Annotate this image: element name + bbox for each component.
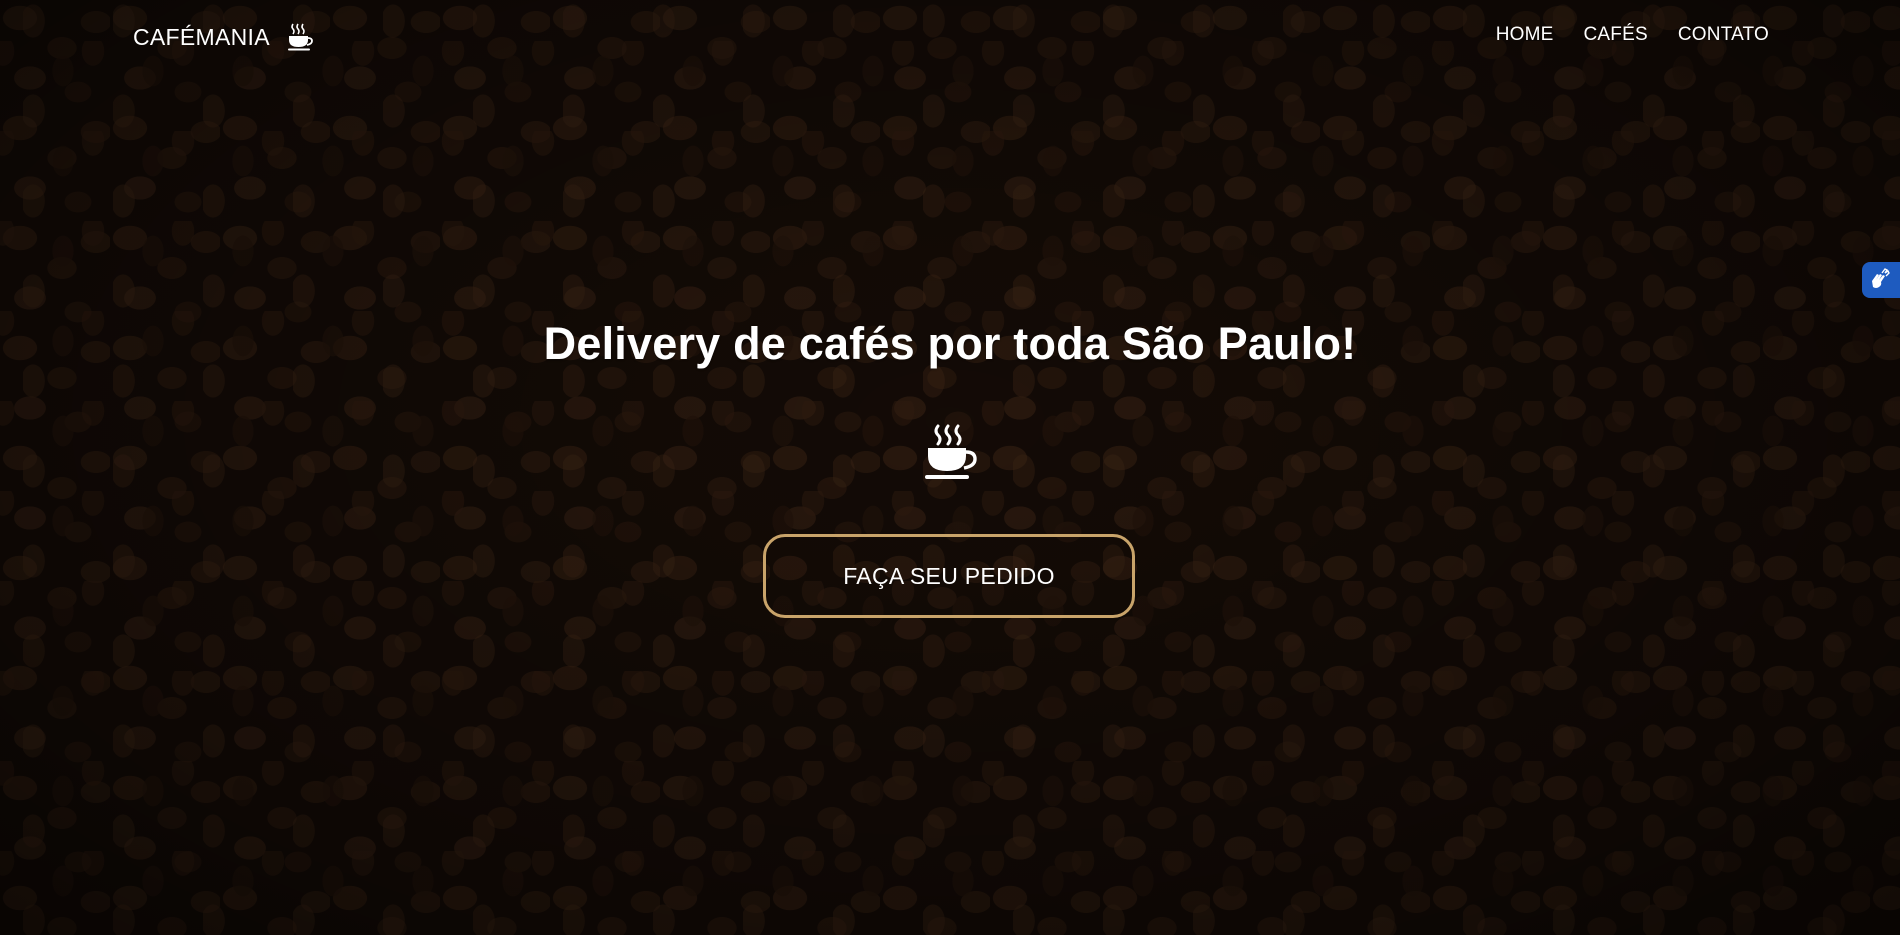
nav-link-contato[interactable]: CONTATO: [1678, 24, 1769, 46]
accessibility-widget-button[interactable]: [1862, 262, 1900, 298]
coffee-cup-icon: [921, 422, 979, 482]
landing-page: CAFÉMANIA HOME CAFÉS CONTATO Delivery de…: [0, 0, 1900, 935]
nav-link-cafes[interactable]: CAFÉS: [1584, 24, 1648, 46]
place-order-button[interactable]: FAÇA SEU PEDIDO: [763, 534, 1135, 618]
nav-links: HOME CAFÉS CONTATO: [1496, 24, 1769, 46]
hero-section: Delivery de cafés por toda São Paulo! FA…: [0, 0, 1900, 935]
navbar: CAFÉMANIA HOME CAFÉS CONTATO: [0, 0, 1900, 76]
brand-name: CAFÉMANIA: [133, 23, 270, 50]
brand-link[interactable]: CAFÉMANIA: [133, 22, 314, 52]
nav-link-home[interactable]: HOME: [1496, 24, 1554, 46]
coffee-cup-icon: [284, 22, 314, 52]
sign-language-hands-icon: [1869, 267, 1893, 294]
hero-title: Delivery de cafés por toda São Paulo!: [543, 318, 1357, 369]
